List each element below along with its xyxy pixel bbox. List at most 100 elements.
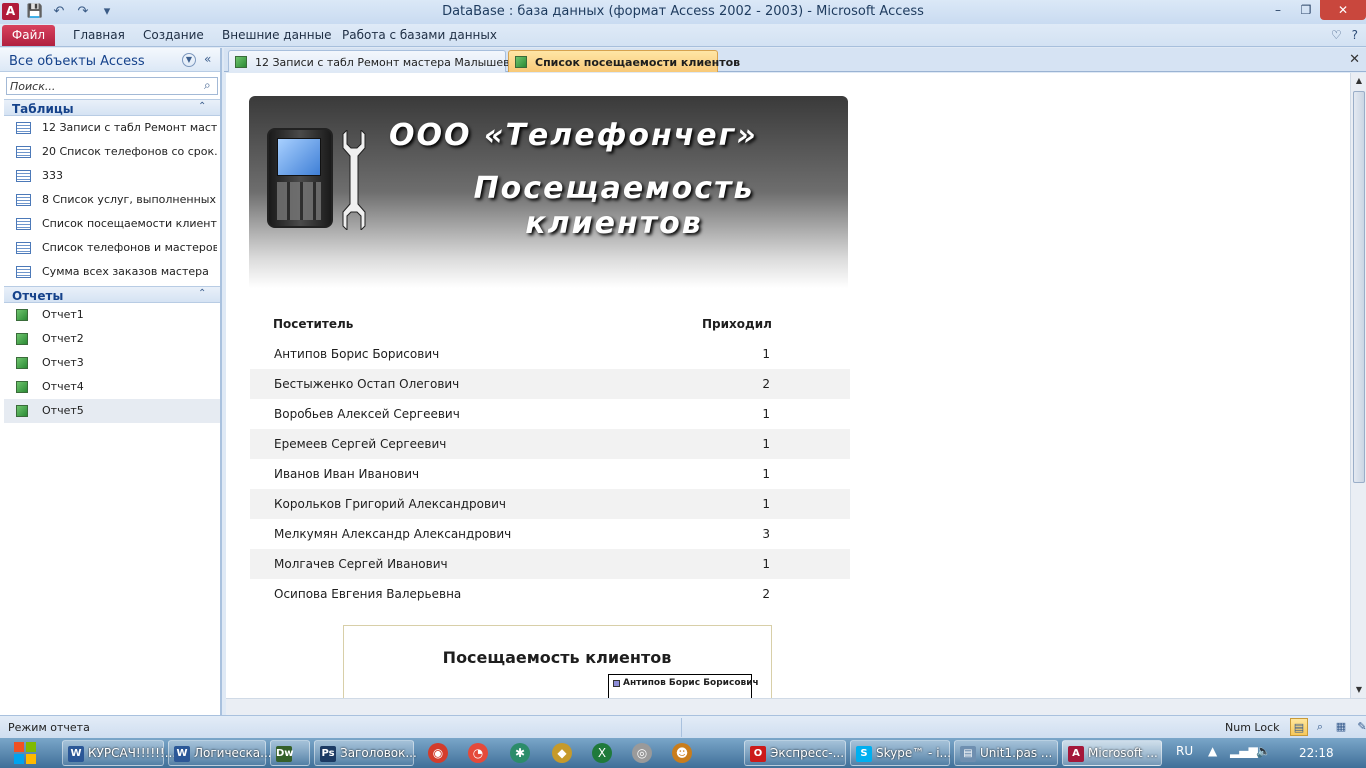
visitor-name: Осипова Евгения Валерьевна [274, 587, 462, 601]
taskbar-item-opera[interactable]: O Экспресс-... [744, 740, 846, 766]
nav-item-report[interactable]: Отчет1 [4, 303, 220, 327]
nav-item-label: Отчет5 [42, 404, 84, 417]
search-icon[interactable]: ⌕ [204, 78, 211, 93]
save-icon[interactable]: 💾 [26, 3, 44, 20]
redo-icon[interactable]: ↷ [74, 3, 92, 20]
taskbar-label: Экспресс-... [770, 746, 845, 760]
dreamweaver-icon: Dw [276, 746, 294, 762]
doc-tab-label: 12 Записи с табл Ремонт мастера Малышева [255, 56, 517, 69]
language-indicator[interactable]: RU [1176, 744, 1193, 758]
nav-item-table[interactable]: 8 Список услуг, выполненных ... [4, 188, 220, 212]
banner-report-title: Посещаемость клиентов [473, 171, 755, 241]
horizontal-scroll-area [226, 698, 1366, 715]
app-icon[interactable]: ◆ [552, 743, 572, 763]
nav-item-report[interactable]: Отчет2 [4, 327, 220, 351]
window-controls: – ❐ ✕ [1264, 0, 1366, 20]
tab-database-tools[interactable]: Работа с базами данных [342, 28, 497, 42]
chevron-down-icon[interactable]: ▼ [182, 53, 196, 67]
word-icon: W [68, 746, 84, 762]
nav-item-table[interactable]: Список телефонов и мастеров [4, 236, 220, 260]
report-row: Осипова Евгения Валерьевна 2 [250, 579, 850, 609]
app-icon[interactable]: ☻ [672, 743, 692, 763]
taskbar-item-photoshop[interactable]: Ps Заголовок... [314, 740, 417, 766]
group-reports[interactable]: Отчеты ⌃ [4, 286, 220, 303]
taskbar-item-skype[interactable]: S Skype™ - i... [850, 740, 951, 766]
report-row: Мелкумян Александр Александрович 3 [250, 519, 850, 549]
close-button[interactable]: ✕ [1320, 0, 1366, 20]
file-tab[interactable]: Файл [2, 25, 55, 46]
windows-start-icon[interactable] [14, 742, 36, 764]
nav-item-table[interactable]: 12 Записи с табл Ремонт масте... [4, 116, 220, 140]
taskbar-item-dreamweaver[interactable]: Dw [270, 740, 310, 766]
tab-create[interactable]: Создание [143, 28, 204, 42]
nav-item-table[interactable]: Список посещаемости клиент... [4, 212, 220, 236]
minimize-ribbon-icon[interactable]: ♡ [1331, 28, 1342, 42]
visitor-name: Антипов Борис Борисович [274, 347, 440, 361]
show-hidden-icons-icon[interactable]: ▲ [1208, 744, 1217, 758]
visitor-name: Мелкумян Александр Александрович [274, 527, 512, 541]
app-icon[interactable]: ◔ [468, 743, 488, 763]
taskbar-label: Unit1.pas ... [980, 746, 1053, 760]
chrome-icon[interactable]: ◉ [428, 743, 448, 763]
nav-item-label: Отчет3 [42, 356, 84, 369]
access-logo-icon[interactable]: A [2, 3, 19, 20]
nav-header[interactable]: Все объекты Access ▼ « [0, 48, 220, 72]
taskbar-item-word[interactable]: W КУРСАЧ!!!!!!... [62, 740, 176, 766]
nav-search-input[interactable]: Поиск... ⌕ [6, 77, 218, 95]
design-view-icon[interactable]: ✎ [1353, 718, 1366, 736]
taskbar-label: Skype™ - i... [876, 746, 951, 760]
nav-item-label: Список посещаемости клиент... [42, 217, 217, 230]
nav-item-table[interactable]: 20 Список телефонов со срок... [4, 140, 220, 164]
taskbar-item-notepad[interactable]: ▤ Unit1.pas ... [954, 740, 1058, 766]
close-document-icon[interactable]: ✕ [1349, 52, 1360, 67]
nav-item-report[interactable]: Отчет4 [4, 375, 220, 399]
nav-item-label: 12 Записи с табл Ремонт масте... [42, 121, 217, 134]
wrench-icon [342, 130, 366, 230]
scrollbar-thumb[interactable] [1353, 91, 1365, 483]
report-banner: ООО «Телефончег» Посещаемость клиентов [249, 96, 848, 288]
vertical-scrollbar[interactable]: ▲ ▼ [1350, 73, 1366, 698]
volume-icon[interactable]: 🔈 [1256, 744, 1271, 758]
nav-item-table[interactable]: 333 [4, 164, 220, 188]
visit-count: 1 [762, 497, 770, 511]
taskbar-item-access[interactable]: A Microsoft ... [1062, 740, 1162, 766]
doc-tab[interactable]: 12 Записи с табл Ремонт мастера Малышева [228, 50, 516, 72]
network-app-icon[interactable]: ✱ [510, 743, 530, 763]
skype-icon: S [856, 746, 872, 762]
nav-item-label: Сумма всех заказов мастера [42, 265, 209, 278]
nav-item-report-selected[interactable]: Отчет5 [4, 399, 220, 423]
visitor-name: Иванов Иван Иванович [274, 467, 420, 481]
scroll-up-icon[interactable]: ▲ [1352, 73, 1366, 89]
network-signal-icon[interactable]: ▂▄▆ [1230, 744, 1258, 758]
report-view-icon[interactable]: ▤ [1290, 718, 1308, 736]
restore-button[interactable]: ❐ [1292, 0, 1320, 20]
visit-count: 1 [762, 437, 770, 451]
tab-external-data[interactable]: Внешние данные [222, 28, 331, 42]
taskbar-item-word[interactable]: W Логическа... [168, 740, 272, 766]
customize-qat-icon[interactable]: ▾ [98, 3, 116, 20]
excel-icon[interactable]: X [592, 743, 612, 763]
help-icon[interactable]: ? [1352, 28, 1358, 42]
scroll-down-icon[interactable]: ▼ [1352, 682, 1366, 698]
nav-item-table[interactable]: Сумма всех заказов мастера [4, 260, 220, 284]
group-title: Таблицы [12, 102, 74, 116]
group-tables[interactable]: Таблицы ⌃ [4, 99, 220, 116]
doc-tab-active[interactable]: Список посещаемости клиентов [508, 50, 740, 72]
nav-item-report[interactable]: Отчет3 [4, 351, 220, 375]
chevron-up-icon[interactable]: ⌃ [198, 101, 206, 112]
report-row: Молгачев Сергей Иванович 1 [250, 549, 850, 579]
nav-title[interactable]: Все объекты Access [9, 54, 145, 69]
quick-access-toolbar: 💾 ↶ ↷ ▾ [26, 3, 116, 20]
chevron-up-icon[interactable]: ⌃ [198, 288, 206, 299]
layout-view-icon[interactable]: ▦ [1332, 718, 1350, 736]
collapse-pane-icon[interactable]: « [204, 52, 211, 66]
app-icon[interactable]: ◎ [632, 743, 652, 763]
undo-icon[interactable]: ↶ [50, 3, 68, 20]
print-preview-icon[interactable]: ⌕ [1311, 718, 1329, 736]
visitor-name: Корольков Григорий Александрович [274, 497, 506, 511]
report-icon [16, 357, 28, 369]
minimize-button[interactable]: – [1264, 0, 1292, 20]
report-row: Корольков Григорий Александрович 1 [250, 489, 850, 519]
tab-home[interactable]: Главная [73, 28, 125, 42]
ribbon-tabs: Файл Главная Создание Внешние данные Раб… [0, 24, 1366, 47]
